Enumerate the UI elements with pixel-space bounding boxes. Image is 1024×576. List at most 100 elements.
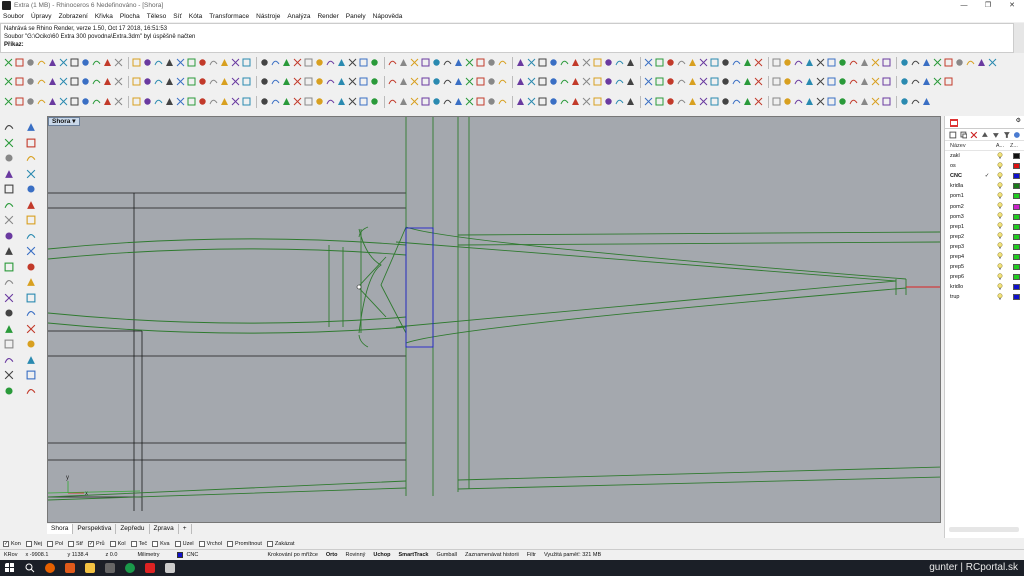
toolbar-tool-icon[interactable] [911,58,920,67]
toolbar-tool-icon[interactable] [315,58,324,67]
toolbar-tool-icon[interactable] [260,77,269,86]
toolbar-tool-icon[interactable] [615,97,624,106]
toolbar-tool-icon[interactable] [359,97,368,106]
toolbar-tool-icon[interactable] [59,97,68,106]
toolbar-tool-icon[interactable] [154,77,163,86]
toolbar-tool-icon[interactable] [900,58,909,67]
toolbar-tool-icon[interactable] [410,58,419,67]
toggle-planar[interactable]: Rovinný [342,552,370,558]
cplane-status[interactable]: KRov [0,552,21,558]
toolbar-tool-icon[interactable] [282,58,291,67]
left-tool-icon[interactable] [4,169,14,179]
toolbar-tool-icon[interactable] [816,58,825,67]
osnap-option[interactable]: Nej [25,541,42,547]
toolbar-tool-icon[interactable] [282,97,291,106]
app-icon[interactable] [125,563,135,573]
left-tool-icon[interactable] [4,215,14,225]
toolbar-tool-icon[interactable] [70,58,79,67]
toolbar-tool-icon[interactable] [242,77,251,86]
layer-row[interactable]: kridla [945,181,1024,191]
visibility-bulb-icon[interactable] [993,252,1007,261]
toolbar-tool-icon[interactable] [732,58,741,67]
toolbar-tool-icon[interactable] [571,97,580,106]
filter-icon[interactable] [1003,131,1011,139]
toolbar-tool-icon[interactable] [304,58,313,67]
layer-color-swatch[interactable] [1013,193,1020,200]
toolbar-tool-icon[interactable] [465,77,474,86]
menu-analyza[interactable]: Analýza [287,13,310,20]
toolbar-tool-icon[interactable] [710,77,719,86]
toolbar-tool-icon[interactable] [882,58,891,67]
toolbar-tool-icon[interactable] [37,97,46,106]
toolbar-tool-icon[interactable] [4,77,13,86]
layer-color-swatch[interactable] [1013,253,1020,260]
toolbar-tool-icon[interactable] [293,77,302,86]
toolbar-tool-icon[interactable] [710,97,719,106]
osnap-checkbox[interactable] [198,541,205,547]
osnap-checkbox[interactable] [130,541,137,547]
toolbar-tool-icon[interactable] [220,97,229,106]
toolbar-tool-icon[interactable] [655,77,664,86]
toolbar-tool-icon[interactable] [805,58,814,67]
menu-render[interactable]: Render [317,13,338,20]
toolbar-tool-icon[interactable] [900,77,909,86]
osnap-option[interactable]: ✓ Kon [3,541,21,547]
toolbar-tool-icon[interactable] [37,77,46,86]
visibility-bulb-icon[interactable] [993,293,1007,302]
toolbar-tool-icon[interactable] [922,97,931,106]
toolbar-tool-icon[interactable] [187,58,196,67]
command-scrollbar[interactable] [1014,23,1024,53]
toolbar-tool-icon[interactable] [114,97,123,106]
layer-color-swatch[interactable] [1013,163,1020,170]
toolbar-tool-icon[interactable] [743,58,752,67]
osnap-option[interactable]: Teč [130,541,147,547]
visibility-bulb-icon[interactable] [993,232,1007,241]
left-tool-icon[interactable] [26,355,36,365]
toolbar-tool-icon[interactable] [838,77,847,86]
layer-row[interactable]: prep1 [945,222,1024,232]
toolbar-tool-icon[interactable] [772,77,781,86]
toolbar-tool-icon[interactable] [399,58,408,67]
toolbar-tool-icon[interactable] [348,97,357,106]
toolbar-tool-icon[interactable] [209,58,218,67]
toolbar-tool-icon[interactable] [231,97,240,106]
left-tool-icon[interactable] [26,339,36,349]
toolbar-tool-icon[interactable] [516,97,525,106]
layer-row[interactable]: prep2 [945,232,1024,242]
toolbar-tool-icon[interactable] [315,77,324,86]
toolbar-tool-icon[interactable] [604,97,613,106]
osnap-option[interactable]: Vrchol [198,541,222,547]
delete-layer-icon[interactable] [970,131,978,139]
osnap-checkbox[interactable] [266,541,273,547]
visibility-bulb-icon[interactable] [993,222,1007,231]
osnap-checkbox[interactable] [109,541,116,547]
toolbar-tool-icon[interactable] [154,97,163,106]
toolbar-tool-icon[interactable] [805,97,814,106]
viewport-top[interactable]: Shora ▾ y x [47,116,941,523]
toolbar-tool-icon[interactable] [48,97,57,106]
osnap-option[interactable]: Stř [68,541,83,547]
osnap-checkbox[interactable] [68,541,75,547]
osnap-checkbox[interactable] [47,541,54,547]
toolbar-tool-icon[interactable] [326,77,335,86]
help-icon[interactable] [1013,131,1021,139]
left-tool-icon[interactable] [26,324,36,334]
layer-row[interactable]: pom1 [945,191,1024,201]
toolbar-tool-icon[interactable] [282,77,291,86]
toolbar-tool-icon[interactable] [644,58,653,67]
toolbar-tool-icon[interactable] [538,97,547,106]
toolbar-tool-icon[interactable] [176,58,185,67]
toolbar-tool-icon[interactable] [443,58,452,67]
toolbar-tool-icon[interactable] [81,58,90,67]
layer-row[interactable]: zakl [945,151,1024,161]
menu-nastroje[interactable]: Nástroje [256,13,280,20]
toolbar-tool-icon[interactable] [4,58,13,67]
menu-sit[interactable]: Síť [173,13,182,20]
toolbar-tool-icon[interactable] [370,97,379,106]
layer-color-swatch[interactable] [1013,243,1020,250]
toolbar-tool-icon[interactable] [260,97,269,106]
toolbar-tool-icon[interactable] [37,58,46,67]
toolbar-tool-icon[interactable] [410,77,419,86]
toolbar-tool-icon[interactable] [432,77,441,86]
viewport-title-tab[interactable]: Shora ▾ [48,117,80,126]
